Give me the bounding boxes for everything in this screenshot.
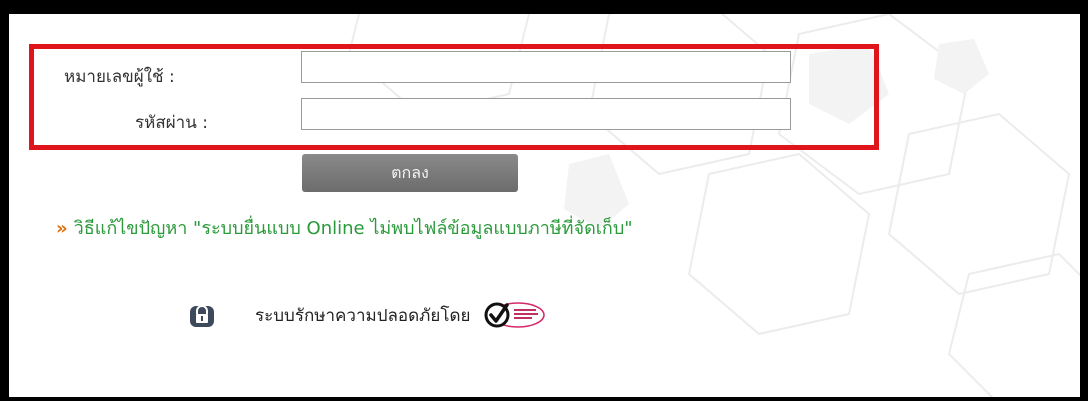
help-link-text: วิธีแก้ไขปัญหา "ระบบยื่นแบบ Online ไม่พบ… (73, 218, 633, 239)
username-label: หมายเลขผู้ใช้ : (64, 67, 175, 87)
submit-button[interactable]: ตกลง (302, 154, 518, 192)
security-seal-icon (484, 302, 546, 328)
security-info: ระบบรักษาความปลอดภัยโดย (189, 300, 546, 330)
password-label: รหัสผ่าน : (135, 113, 208, 133)
help-link[interactable]: » วิธีแก้ไขปัญหา "ระบบยื่นแบบ Online ไม่พ… (56, 217, 976, 240)
login-panel: หมายเลขผู้ใช้ : รหัสผ่าน : ตกลง » วิธีแก้… (9, 14, 1080, 397)
security-text: ระบบรักษาความปลอดภัยโดย (255, 305, 471, 326)
arrow-icon: » (56, 218, 68, 239)
lock-icon (190, 305, 214, 327)
username-input[interactable] (301, 51, 791, 83)
password-input[interactable] (301, 98, 791, 130)
